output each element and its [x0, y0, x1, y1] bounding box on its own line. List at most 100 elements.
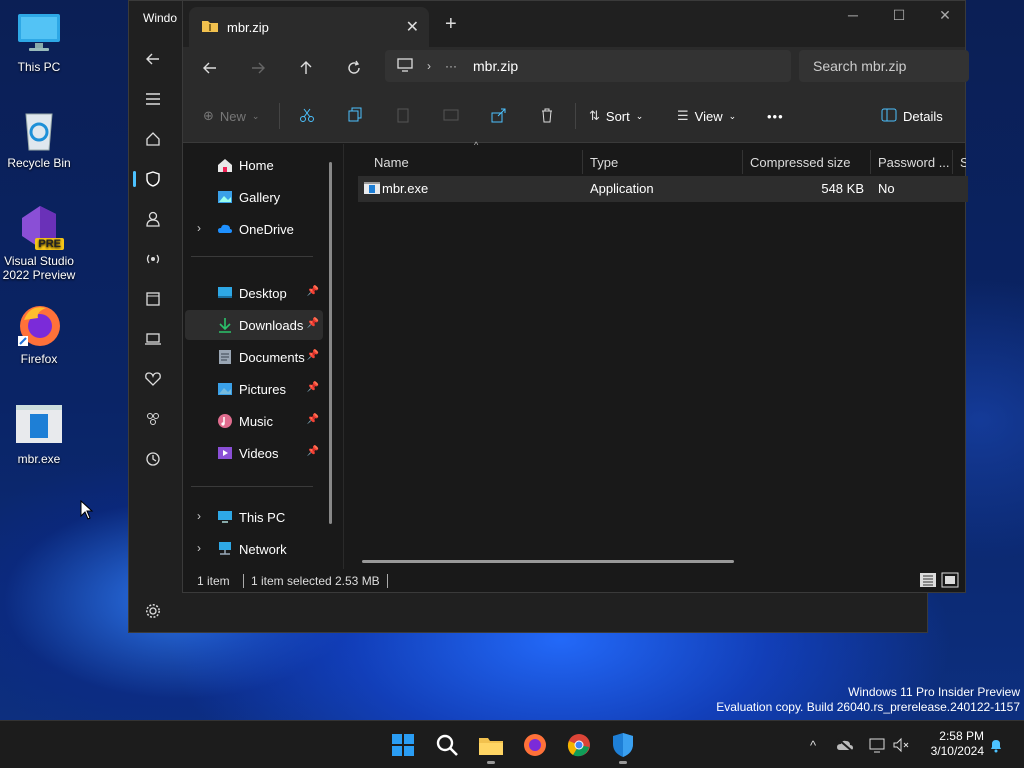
taskbar: ^ 2:58 PM 3/10/2024: [0, 720, 1024, 768]
refresh-icon[interactable]: [341, 55, 367, 81]
chevron-right-icon[interactable]: ›: [197, 541, 201, 555]
shield-icon[interactable]: [141, 167, 165, 191]
file-explorer-window[interactable]: mbr.zip ✕ + ─ ☐ ✕ › ··· mbr.zip Search m…: [182, 0, 969, 593]
delete-button[interactable]: [539, 103, 555, 129]
chevron-right-icon[interactable]: ›: [427, 59, 431, 73]
address-bar[interactable]: › ··· mbr.zip: [385, 50, 791, 82]
desktop-icon-this-pc[interactable]: This PC: [2, 10, 76, 74]
pin-icon[interactable]: 📌: [307, 286, 319, 297]
pin-icon[interactable]: 📌: [307, 382, 319, 393]
tab-mbr-zip[interactable]: mbr.zip ✕: [189, 7, 429, 47]
share-button[interactable]: [491, 103, 507, 129]
selection-size: 2.53 MB: [335, 574, 380, 588]
nav-item-pictures[interactable]: Pictures 📌: [185, 374, 323, 404]
column-divider[interactable]: [742, 150, 743, 174]
desktop-icon-firefox[interactable]: Firefox: [2, 302, 76, 366]
thumbnail-view-icon[interactable]: [941, 572, 959, 591]
mouse-cursor: [80, 499, 94, 523]
desktop-folder-icon: [217, 285, 233, 301]
cut-button[interactable]: [299, 103, 315, 129]
column-header-name[interactable]: Name ^: [368, 140, 582, 174]
hamburger-menu-icon[interactable]: [141, 87, 165, 111]
column-header-type[interactable]: Type: [584, 150, 744, 174]
pin-icon[interactable]: 📌: [307, 446, 319, 457]
close-window-icon[interactable]: ✕: [925, 7, 965, 27]
pin-icon[interactable]: 📌: [307, 318, 319, 329]
share-icon: [491, 107, 507, 126]
nav-item-home[interactable]: Home: [185, 150, 323, 180]
column-header-compressed-size[interactable]: Compressed size: [744, 150, 870, 174]
chevron-right-icon[interactable]: ›: [197, 509, 201, 523]
horizontal-scrollbar[interactable]: [362, 560, 734, 563]
details-view-icon[interactable]: [919, 572, 937, 591]
pin-icon[interactable]: 📌: [307, 414, 319, 425]
trash-icon: [539, 107, 555, 126]
forward-arrow-icon[interactable]: [245, 55, 271, 81]
details-pane-button[interactable]: Details: [881, 103, 943, 129]
nav-item-documents[interactable]: Documents 📌: [185, 342, 323, 372]
app-window-icon[interactable]: [141, 287, 165, 311]
defender-shield-icon[interactable]: [609, 731, 637, 759]
file-explorer-icon[interactable]: [477, 731, 505, 759]
firefox-icon[interactable]: [521, 731, 549, 759]
column-divider[interactable]: [870, 150, 871, 174]
copy-button[interactable]: [347, 103, 363, 129]
broadcast-icon[interactable]: [141, 247, 165, 271]
home-icon[interactable]: [141, 127, 165, 151]
settings-gear-icon[interactable]: [141, 599, 165, 623]
sort-button[interactable]: ⇅ Sort ⌄: [589, 103, 643, 129]
rename-button[interactable]: [443, 103, 459, 129]
pictures-icon: [217, 381, 233, 397]
column-divider[interactable]: [582, 150, 583, 174]
volume-muted-icon[interactable]: [891, 735, 911, 755]
up-arrow-icon[interactable]: [293, 55, 319, 81]
chevron-up-icon[interactable]: ^: [803, 735, 823, 755]
family-icon[interactable]: [141, 407, 165, 431]
nav-item-network[interactable]: › Network: [185, 534, 323, 564]
column-divider[interactable]: [952, 150, 953, 174]
chrome-icon[interactable]: [565, 731, 593, 759]
chevron-right-icon[interactable]: ›: [197, 221, 201, 235]
preview-badge: PRE: [35, 238, 64, 250]
rename-icon: [443, 107, 459, 126]
laptop-icon[interactable]: [141, 327, 165, 351]
breadcrumb-path[interactable]: mbr.zip: [473, 58, 518, 74]
minimize-icon[interactable]: ─: [833, 7, 873, 27]
column-header-size[interactable]: Si: [954, 150, 966, 174]
health-heart-icon[interactable]: [141, 367, 165, 391]
view-button[interactable]: ☰ View ⌄: [677, 103, 736, 129]
breadcrumb-overflow[interactable]: ···: [445, 59, 457, 73]
nav-item-this-pc[interactable]: › This PC: [185, 502, 323, 532]
maximize-icon[interactable]: ☐: [879, 7, 919, 27]
pin-icon[interactable]: 📌: [307, 350, 319, 361]
nav-item-desktop[interactable]: Desktop 📌: [185, 278, 323, 308]
more-options-button[interactable]: •••: [767, 103, 784, 129]
back-arrow-icon[interactable]: [141, 47, 165, 71]
cloud-offline-icon[interactable]: [835, 735, 855, 755]
search-input[interactable]: Search mbr.zip: [799, 50, 969, 82]
new-tab-button[interactable]: +: [445, 13, 457, 36]
search-icon[interactable]: [433, 731, 461, 759]
notification-bell-icon[interactable]: [986, 735, 1006, 755]
file-row[interactable]: mbr.exe Application 548 KB No: [358, 176, 968, 202]
desktop-icon-recycle-bin[interactable]: Recycle Bin: [2, 106, 76, 170]
start-button[interactable]: [389, 731, 417, 759]
nav-item-music[interactable]: Music 📌: [185, 406, 323, 436]
desktop-icon-visual-studio[interactable]: PRE Visual Studio 2022 Preview: [2, 204, 76, 282]
system-clock[interactable]: 2:58 PM 3/10/2024: [931, 729, 984, 759]
nav-item-onedrive[interactable]: › OneDrive: [185, 214, 323, 244]
nav-pane-scrollbar[interactable]: [329, 162, 332, 524]
history-icon[interactable]: [141, 447, 165, 471]
desktop-icon-mbr-exe[interactable]: mbr.exe: [2, 402, 76, 466]
download-arrow-icon: [217, 317, 233, 333]
new-button[interactable]: ⊕ New ⌄: [203, 103, 259, 129]
network-monitor-icon[interactable]: [867, 735, 887, 755]
nav-item-gallery[interactable]: Gallery: [185, 182, 323, 212]
person-icon[interactable]: [141, 207, 165, 231]
back-arrow-icon[interactable]: [197, 55, 223, 81]
column-header-password[interactable]: Password ...: [872, 150, 952, 174]
nav-item-videos[interactable]: Videos 📌: [185, 438, 323, 468]
close-tab-icon[interactable]: ✕: [406, 17, 419, 37]
paste-button[interactable]: [395, 103, 411, 129]
nav-item-downloads[interactable]: Downloads 📌: [185, 310, 323, 340]
